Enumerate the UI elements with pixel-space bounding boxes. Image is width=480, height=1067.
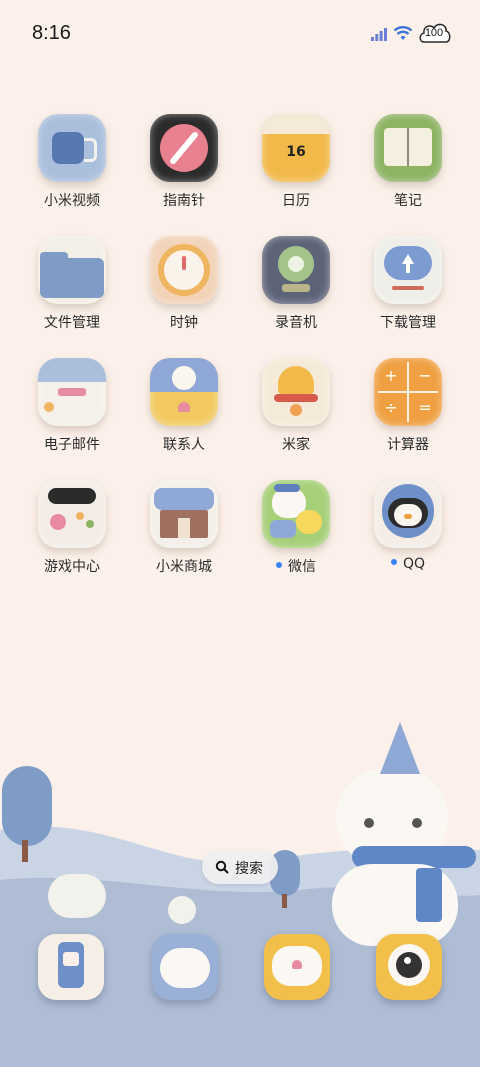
app-compass[interactable]: 指南针 bbox=[128, 114, 240, 226]
bell-icon bbox=[262, 358, 330, 426]
app-email[interactable]: 电子邮件 bbox=[16, 358, 128, 470]
app-label: 日历 bbox=[282, 193, 310, 209]
app-label: QQ bbox=[352, 556, 464, 572]
dock-phone[interactable] bbox=[38, 934, 104, 1000]
app-file-manager[interactable]: 文件管理 bbox=[16, 236, 128, 348]
search-button[interactable]: 搜索 bbox=[202, 850, 278, 884]
app-label: 电子邮件 bbox=[44, 437, 100, 453]
app-calendar[interactable]: 16 日历 bbox=[240, 114, 352, 226]
app-notes[interactable]: 笔记 bbox=[352, 114, 464, 226]
app-label: 联系人 bbox=[163, 437, 205, 453]
app-mi-home[interactable]: 米家 bbox=[240, 358, 352, 470]
app-label: 笔记 bbox=[394, 193, 422, 209]
qq-penguin-icon bbox=[374, 480, 442, 548]
sheep-decoration-small bbox=[168, 896, 196, 924]
messages-icon bbox=[160, 948, 210, 988]
search-icon bbox=[215, 860, 229, 874]
phone-icon bbox=[58, 942, 84, 988]
app-mi-store[interactable]: 小米商城 bbox=[128, 480, 240, 592]
clock-icon bbox=[150, 236, 218, 304]
app-label: 小米商城 bbox=[156, 559, 212, 575]
cellular-signal-icon bbox=[371, 28, 387, 41]
app-label: 计算器 bbox=[387, 437, 429, 453]
app-label: 米家 bbox=[282, 437, 310, 453]
compass-icon bbox=[150, 114, 218, 182]
search-label: 搜索 bbox=[235, 861, 263, 877]
calculator-icon: + − ÷ = bbox=[374, 358, 442, 426]
contacts-icon bbox=[150, 358, 218, 426]
folder-icon bbox=[38, 236, 106, 304]
notification-dot bbox=[276, 562, 282, 568]
app-label: 微信 bbox=[240, 556, 352, 576]
dock-messages[interactable] bbox=[152, 934, 218, 1000]
download-cloud-icon bbox=[374, 236, 442, 304]
app-contacts[interactable]: 联系人 bbox=[128, 358, 240, 470]
app-label: 小米视频 bbox=[44, 193, 100, 209]
app-game-center[interactable]: 游戏中心 bbox=[16, 480, 128, 592]
app-mi-video[interactable]: 小米视频 bbox=[16, 114, 128, 226]
notification-dot bbox=[390, 559, 397, 565]
app-wechat[interactable]: 微信 bbox=[240, 480, 352, 592]
store-icon bbox=[150, 480, 218, 548]
battery-level: 100 bbox=[424, 27, 444, 39]
app-clock[interactable]: 时钟 bbox=[128, 236, 240, 348]
app-downloads[interactable]: 下载管理 bbox=[352, 236, 464, 348]
calendar-date: 16 bbox=[286, 144, 306, 160]
envelope-icon bbox=[38, 358, 106, 426]
snowman-cat-decoration bbox=[332, 722, 476, 946]
tree-trunk-small bbox=[282, 894, 287, 908]
app-label: 游戏中心 bbox=[44, 559, 100, 575]
sheep-decoration bbox=[48, 874, 106, 918]
dock-chat[interactable] bbox=[264, 934, 330, 1000]
tree-decoration bbox=[2, 766, 52, 846]
app-label: 下载管理 bbox=[380, 315, 436, 331]
notes-icon bbox=[374, 114, 442, 182]
tree-trunk bbox=[22, 840, 28, 862]
app-label: 录音机 bbox=[275, 315, 317, 331]
app-qq[interactable]: QQ bbox=[352, 480, 464, 592]
calendar-icon: 16 bbox=[262, 114, 330, 182]
app-label: 时钟 bbox=[170, 315, 198, 331]
microphone-icon bbox=[262, 236, 330, 304]
app-calculator[interactable]: + − ÷ = 计算器 bbox=[352, 358, 464, 470]
mi-video-icon bbox=[38, 114, 106, 182]
wifi-icon bbox=[393, 26, 413, 40]
wechat-cat-icon bbox=[262, 480, 330, 548]
status-bar: 8:16 100 bbox=[0, 0, 480, 70]
app-recorder[interactable]: 录音机 bbox=[240, 236, 352, 348]
dock-camera[interactable] bbox=[376, 934, 442, 1000]
status-time: 8:16 bbox=[32, 22, 71, 44]
app-label: 文件管理 bbox=[44, 315, 100, 331]
app-label: 指南针 bbox=[163, 193, 205, 209]
gamepad-icon bbox=[38, 480, 106, 548]
camera-icon bbox=[388, 944, 430, 986]
chat-icon bbox=[272, 946, 322, 986]
